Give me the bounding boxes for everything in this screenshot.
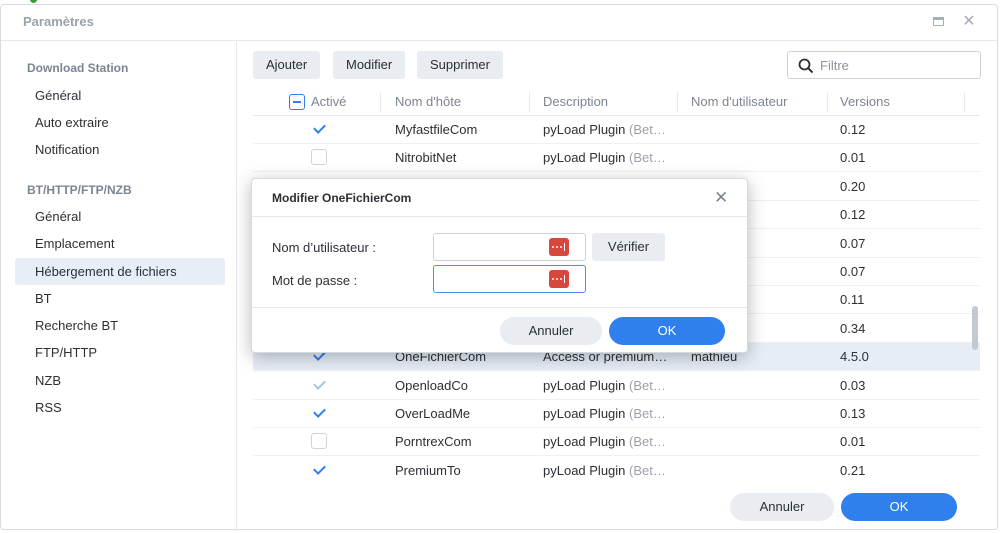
table-header: Activé Nom d'hôte Description Nom d'util… (253, 88, 980, 116)
version-cell: 0.07 (840, 235, 866, 251)
password-label: Mot de passe : (272, 273, 358, 288)
table-row[interactable]: OverLoadMe pyLoad Plugin (Bet… 0.13 (253, 400, 980, 428)
description-suffix: (Bet… (629, 434, 666, 450)
version-cell: 0.12 (840, 207, 866, 223)
description-cell: pyLoad Plugin (Bet… (543, 463, 666, 478)
version-cell: 0.07 (840, 264, 866, 279)
window-title: Paramètres (23, 14, 94, 29)
sidebar: Download Station Général Auto extraire N… (1, 42, 237, 531)
host-cell: PorntrexCom (395, 434, 472, 450)
column-header-enabled[interactable]: Activé (311, 94, 346, 109)
description-text: pyLoad Plugin (543, 377, 626, 393)
version-cell: 0.01 (840, 150, 866, 166)
enabled-checkbox[interactable] (311, 121, 327, 137)
host-cell: NitrobitNet (395, 150, 457, 166)
column-header-description[interactable]: Description (543, 94, 608, 109)
close-icon[interactable]: ✕ (961, 14, 977, 30)
version-cell: 0.21 (840, 462, 866, 478)
modify-button[interactable]: Modifier (333, 51, 406, 79)
sidebar-item-auto-extract[interactable]: Auto extraire (15, 109, 225, 136)
description-cell: pyLoad Plugin (Bet… (543, 122, 666, 137)
title-bar: Paramètres ✕ (1, 5, 997, 41)
sidebar-item-notification[interactable]: Notification (15, 136, 225, 163)
dialog-close-icon[interactable]: ✕ (714, 188, 728, 208)
host-cell: OpenloadCo (395, 377, 468, 393)
sidebar-item-file-hosting[interactable]: Hébergement de fichiers (15, 258, 225, 285)
select-all-checkbox[interactable] (289, 94, 305, 110)
host-cell: MyfastfileCom (395, 122, 478, 137)
version-cell: 0.13 (840, 406, 866, 421)
table-scrollbar[interactable] (972, 306, 978, 350)
version-cell: 0.01 (840, 434, 866, 450)
version-cell: 0.03 (840, 377, 866, 393)
table-row[interactable]: PorntrexCom pyLoad Plugin (Bet… 0.01 (253, 428, 980, 457)
column-header-host[interactable]: Nom d'hôte (395, 94, 461, 109)
version-cell: 0.11 (840, 292, 865, 308)
description-cell: pyLoad Plugin (Bet… (543, 406, 666, 421)
maximize-icon[interactable] (931, 14, 947, 30)
host-cell: PremiumTo (395, 462, 461, 478)
ok-button[interactable]: OK (841, 493, 957, 521)
description-cell: pyLoad Plugin (Bet… (543, 434, 666, 449)
enabled-checkbox[interactable] (311, 462, 327, 478)
description-suffix: (Bet… (629, 406, 666, 421)
sidebar-item-bt-search[interactable]: Recherche BT (15, 312, 225, 339)
description-cell: pyLoad Plugin (Bet… (543, 378, 666, 393)
description-text: pyLoad Plugin (543, 406, 626, 421)
search-icon (798, 58, 814, 74)
sidebar-section-bt-http: BT/HTTP/FTP/NZB (27, 183, 132, 197)
description-suffix: (Bet… (629, 377, 666, 393)
description-text: pyLoad Plugin (543, 462, 626, 478)
version-cell: 0.20 (840, 178, 866, 194)
sidebar-item-nzb[interactable]: NZB (15, 367, 225, 394)
description-text: pyLoad Plugin (543, 150, 626, 166)
enabled-checkbox[interactable] (311, 433, 327, 450)
username-field-box (433, 233, 586, 261)
sidebar-item-general-bt[interactable]: Général (15, 203, 225, 230)
cancel-button[interactable]: Annuler (730, 493, 834, 521)
status-dot-icon (30, 0, 37, 3)
table-row[interactable]: MyfastfileCom pyLoad Plugin (Bet… 0.12 (253, 116, 980, 144)
sidebar-item-ftp-http[interactable]: FTP/HTTP (15, 339, 225, 366)
add-button[interactable]: Ajouter (253, 51, 321, 79)
column-header-versions[interactable]: Versions (840, 94, 890, 109)
enabled-checkbox[interactable] (311, 405, 327, 421)
version-cell: 0.12 (840, 122, 866, 137)
table-row[interactable]: OpenloadCo pyLoad Plugin (Bet… 0.03 (253, 372, 980, 400)
verify-button[interactable]: Vérifier (592, 233, 665, 261)
sidebar-section-download-station: Download Station (27, 61, 129, 75)
host-cell: OverLoadMe (395, 406, 471, 421)
sidebar-item-general-ds[interactable]: Général (15, 82, 225, 109)
dialog-title: Modifier OneFichierCom (272, 191, 412, 205)
description-text: pyLoad Plugin (543, 434, 626, 450)
search-input[interactable] (820, 56, 970, 74)
description-suffix: (Bet… (629, 122, 666, 137)
password-field[interactable] (440, 270, 540, 288)
password-manager-icon[interactable] (549, 238, 569, 256)
delete-button[interactable]: Supprimer (417, 51, 503, 79)
enabled-checkbox[interactable] (311, 377, 327, 393)
version-cell: 4.5.0 (840, 349, 869, 365)
sidebar-item-location[interactable]: Emplacement (15, 230, 225, 257)
description-text: pyLoad Plugin (543, 122, 626, 137)
description-cell: pyLoad Plugin (Bet… (543, 150, 666, 165)
username-field[interactable] (440, 238, 540, 256)
search-box[interactable] (787, 51, 981, 79)
table-row[interactable]: PremiumTo pyLoad Plugin (Bet… 0.21 (253, 457, 980, 482)
column-header-username[interactable]: Nom d'utilisateur (691, 94, 787, 109)
password-field-box (433, 265, 586, 293)
table-row[interactable]: NitrobitNet pyLoad Plugin (Bet… 0.01 (253, 144, 980, 173)
version-cell: 0.34 (840, 320, 866, 336)
sidebar-item-bt[interactable]: BT (15, 285, 225, 312)
enabled-checkbox[interactable] (311, 149, 327, 166)
sidebar-item-rss[interactable]: RSS (15, 394, 225, 421)
edit-host-dialog: Modifier OneFichierCom ✕ Nom d’utilisate… (251, 178, 748, 353)
description-suffix: (Bet… (629, 150, 666, 166)
dialog-ok-button[interactable]: OK (609, 317, 725, 345)
dialog-cancel-button[interactable]: Annuler (500, 317, 602, 345)
description-suffix: (Bet… (629, 462, 666, 478)
password-manager-icon[interactable] (549, 270, 569, 288)
username-label: Nom d’utilisateur : (272, 240, 377, 255)
